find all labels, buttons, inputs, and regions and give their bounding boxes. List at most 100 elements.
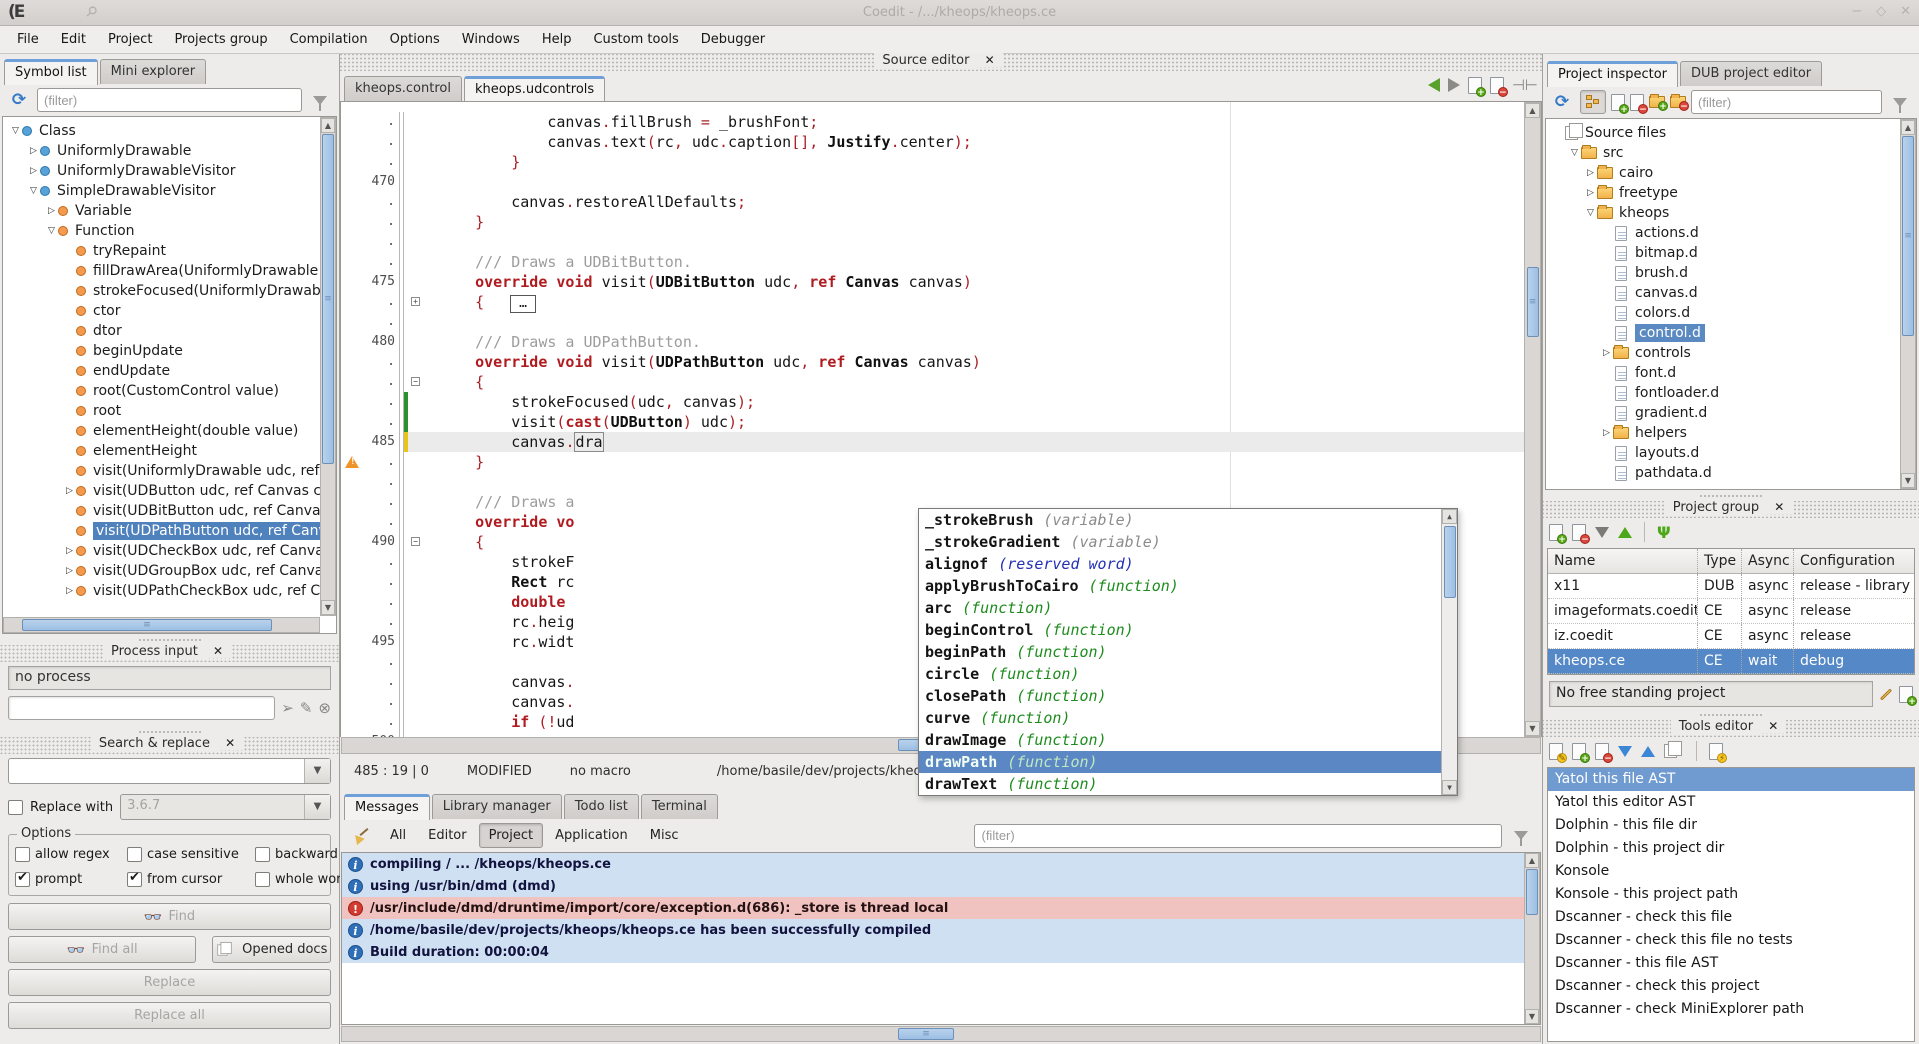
add-project-icon[interactable]: + bbox=[1549, 524, 1563, 541]
close-document-icon[interactable]: − bbox=[1490, 77, 1504, 94]
scroll-thumb[interactable] bbox=[22, 619, 272, 631]
new-document-icon[interactable]: + bbox=[1468, 77, 1482, 94]
menu-projects-group[interactable]: Projects group bbox=[163, 28, 278, 51]
code-text[interactable]: override void visit(UDBitButton udc, ref… bbox=[423, 272, 1524, 292]
menu-options[interactable]: Options bbox=[379, 28, 451, 51]
filter-toggle-application[interactable]: Application bbox=[545, 823, 638, 848]
file-tree-item[interactable]: fontloader.d bbox=[1546, 383, 1900, 403]
symbol-tree-item[interactable]: ▷UniformlyDrawableVisitor bbox=[3, 161, 320, 181]
file-tree-item[interactable]: pathdata.d bbox=[1546, 463, 1900, 483]
code-line[interactable]: 470 bbox=[341, 172, 1524, 192]
pencil-icon[interactable] bbox=[1880, 688, 1892, 700]
filter-toggle-project[interactable]: Project bbox=[479, 823, 543, 848]
option-whole-word[interactable]: whole word bbox=[255, 872, 350, 887]
code-line[interactable]: . canvas.restoreAllDefaults; bbox=[341, 192, 1524, 212]
file-tree-item[interactable]: control.d bbox=[1546, 323, 1900, 343]
code-line[interactable]: . } bbox=[341, 212, 1524, 232]
move-up-icon[interactable] bbox=[1618, 527, 1632, 538]
expander-icon[interactable]: ▷ bbox=[45, 206, 58, 216]
symbol-tree-item[interactable]: visit(UDBitButton udc, ref Canvas c bbox=[3, 501, 320, 521]
scroll-thumb[interactable] bbox=[1527, 267, 1539, 337]
code-line[interactable]: . canvas.text(rc, udc.caption[], Justify… bbox=[341, 132, 1524, 152]
messages-filter-input[interactable] bbox=[974, 824, 1502, 848]
code-text[interactable]: } bbox=[423, 152, 1524, 172]
code-line[interactable]: . } bbox=[341, 152, 1524, 172]
replace-all-button[interactable]: Replace all bbox=[8, 1002, 331, 1029]
completion-item[interactable]: drawText(function) bbox=[919, 773, 1441, 795]
completion-item[interactable]: arc(function) bbox=[919, 597, 1441, 619]
find-button[interactable]: 👓 Find bbox=[8, 903, 331, 930]
fold-toggle-icon[interactable]: − bbox=[411, 537, 420, 546]
code-text[interactable]: /// Draws a UDPathButton. bbox=[423, 332, 1524, 352]
checkbox-icon[interactable] bbox=[15, 872, 30, 887]
tab-mini-explorer[interactable]: Mini explorer bbox=[100, 59, 207, 84]
completion-item[interactable]: circle(function) bbox=[919, 663, 1441, 685]
code-text[interactable]: canvas.fillBrush = _brushFont; bbox=[423, 112, 1524, 132]
cancel-process-icon[interactable]: ⊗ bbox=[318, 699, 331, 717]
file-tree-item[interactable]: ▷cairo bbox=[1546, 163, 1900, 183]
message-row[interactable]: iusing /usr/bin/dmd (dmd) bbox=[342, 875, 1524, 897]
file-tree-item[interactable]: ▽src bbox=[1546, 143, 1900, 163]
symbol-tree-item[interactable]: dtor bbox=[3, 321, 320, 341]
tab-terminal[interactable]: Terminal bbox=[641, 794, 718, 819]
tool-item[interactable]: Yatol this editor AST bbox=[1548, 791, 1914, 814]
completion-item[interactable]: closePath(function) bbox=[919, 685, 1441, 707]
expander-icon[interactable]: ▷ bbox=[1600, 348, 1613, 358]
expander-icon[interactable]: ▽ bbox=[1584, 208, 1597, 218]
menu-compilation[interactable]: Compilation bbox=[279, 28, 379, 51]
inspector-refresh-button[interactable]: ⟳ bbox=[1549, 90, 1575, 114]
add-file-icon[interactable]: + bbox=[1611, 94, 1625, 111]
checkbox-icon[interactable] bbox=[15, 847, 30, 862]
expander-icon[interactable]: ▷ bbox=[1584, 168, 1597, 178]
project-row[interactable]: kheops.ceCEwaitdebug bbox=[1548, 649, 1914, 674]
replace-button[interactable]: Replace bbox=[8, 969, 331, 996]
code-text[interactable] bbox=[423, 472, 1524, 492]
fold-column[interactable]: − bbox=[410, 532, 423, 552]
maximize-button[interactable]: ◇ bbox=[1876, 4, 1886, 19]
scroll-down-icon[interactable]: ▼ bbox=[321, 600, 335, 615]
checkbox-icon[interactable] bbox=[127, 872, 142, 887]
scroll-down-icon[interactable]: ▼ bbox=[1901, 473, 1915, 488]
scroll-up-icon[interactable]: ▲ bbox=[321, 118, 335, 133]
completion-item[interactable]: drawPath(function) bbox=[919, 751, 1441, 773]
folded-ellipsis[interactable]: … bbox=[510, 295, 536, 313]
remove-file-icon[interactable]: − bbox=[1630, 94, 1644, 111]
tree-view-toggle-button[interactable] bbox=[1580, 90, 1606, 114]
messages-vscrollbar[interactable]: ▲ ▼ bbox=[1524, 853, 1540, 1024]
symbol-tree-item[interactable]: ▷visit(UDCheckBox udc, ref Canvas bbox=[3, 541, 320, 561]
file-tree-item[interactable]: gradient.d bbox=[1546, 403, 1900, 423]
scroll-thumb[interactable] bbox=[1902, 136, 1914, 336]
fold-column[interactable]: + bbox=[410, 292, 423, 312]
code-line[interactable]: . canvas.fillBrush = _brushFont; bbox=[341, 112, 1524, 132]
option-from-cursor[interactable]: from cursor bbox=[127, 872, 255, 887]
completion-item[interactable]: beginPath(function) bbox=[919, 641, 1441, 663]
code-text[interactable]: } bbox=[423, 212, 1524, 232]
tool-item[interactable]: Dolphin - this project dir bbox=[1548, 837, 1914, 860]
fold-toggle-icon[interactable]: + bbox=[411, 297, 420, 306]
code-line[interactable]: .− { bbox=[341, 372, 1524, 392]
symbol-tree-item[interactable]: ▽Class bbox=[3, 121, 320, 141]
code-line[interactable]: . override void visit(UDPathButton udc, … bbox=[341, 352, 1524, 372]
close-button[interactable]: ✕ bbox=[1900, 4, 1911, 19]
symbol-filter-clear-button[interactable] bbox=[307, 88, 333, 112]
file-tree-item[interactable]: canvas.d bbox=[1546, 283, 1900, 303]
close-icon[interactable]: ✕ bbox=[205, 644, 231, 658]
code-line[interactable]: . bbox=[341, 232, 1524, 252]
code-line[interactable]: 485 canvas.dra bbox=[341, 432, 1524, 452]
tab-kheops-udcontrols[interactable]: kheops.udcontrols bbox=[464, 76, 605, 102]
symbol-tree-item[interactable]: ▷UniformlyDrawable bbox=[3, 141, 320, 161]
message-row[interactable]: iBuild duration: 00:00:04 bbox=[342, 941, 1524, 963]
messages-filter-clear-button[interactable] bbox=[1508, 824, 1534, 848]
clone-tool-icon[interactable] bbox=[1664, 744, 1677, 758]
menu-windows[interactable]: Windows bbox=[451, 28, 531, 51]
project-row[interactable]: iz.coeditCEasyncrelease bbox=[1548, 624, 1914, 649]
code-text[interactable]: override void visit(UDPathButton udc, re… bbox=[423, 352, 1524, 372]
clear-messages-button[interactable] bbox=[348, 824, 374, 848]
symbol-tree-item[interactable]: elementHeight(double value) bbox=[3, 421, 320, 441]
tool-item[interactable]: Dolphin - this file dir bbox=[1548, 814, 1914, 837]
expander-icon[interactable]: ▷ bbox=[63, 546, 76, 556]
messages-hscrollbar[interactable] bbox=[341, 1026, 1541, 1042]
code-text[interactable]: visit(cast(UDButton) udc); bbox=[423, 412, 1524, 432]
scroll-thumb[interactable] bbox=[898, 1028, 954, 1040]
scroll-down-icon[interactable]: ▼ bbox=[1525, 721, 1540, 736]
